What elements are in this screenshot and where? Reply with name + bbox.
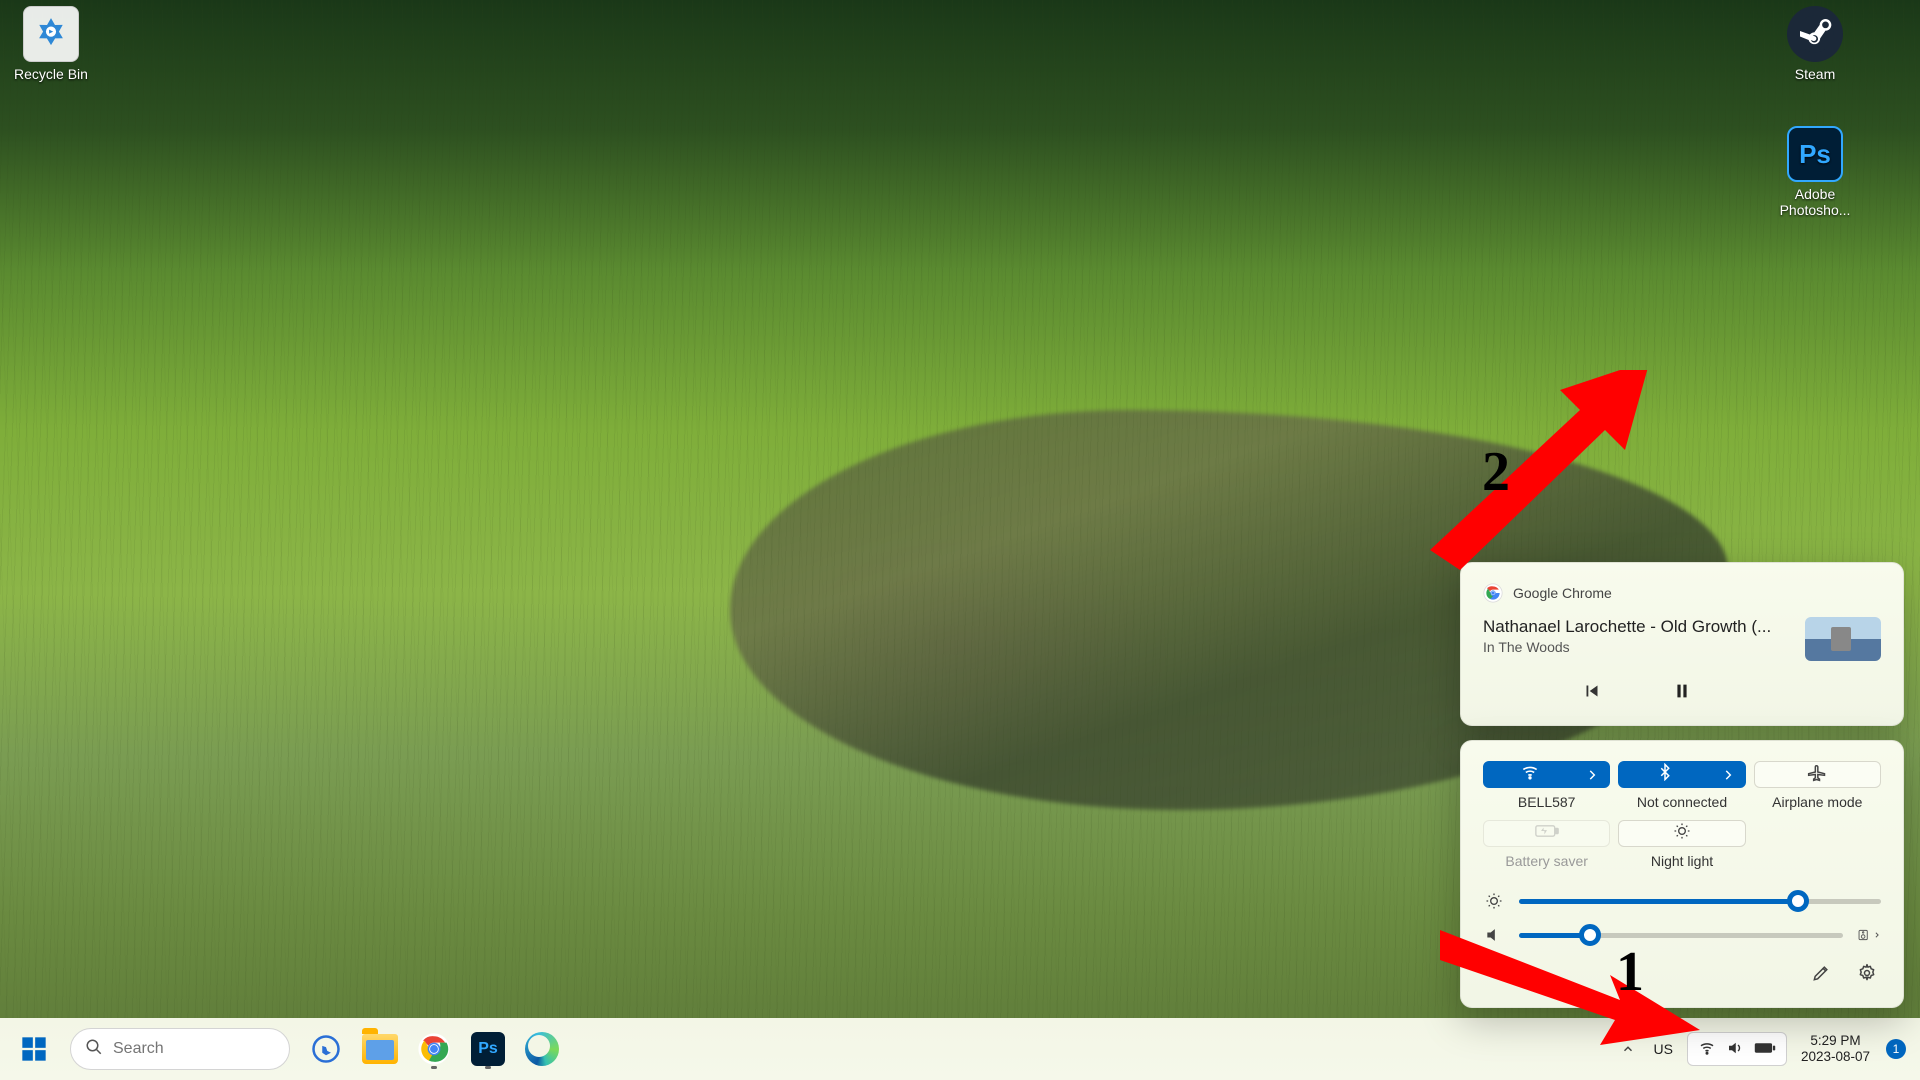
audio-output-button[interactable] <box>1857 927 1881 943</box>
bluetooth-label: Not connected <box>1618 794 1745 810</box>
chrome-icon <box>1483 583 1503 603</box>
recycle-bin-icon <box>23 6 79 62</box>
bluetooth-expand-button[interactable] <box>1711 768 1745 782</box>
taskbar-bing-chat[interactable] <box>302 1025 350 1073</box>
night-light-icon <box>1672 821 1692 846</box>
tray-clock[interactable]: 5:29 PM 2023-08-07 <box>1793 1025 1878 1073</box>
battery-saver-icon <box>1535 822 1559 845</box>
taskbar-photoshop[interactable]: Ps <box>464 1025 512 1073</box>
annotation-label: 2 <box>1482 440 1510 504</box>
media-track-title: Nathanael Larochette - Old Growth (... <box>1483 617 1793 637</box>
airplane-mode-tile[interactable] <box>1754 761 1881 788</box>
wifi-label: BELL587 <box>1483 794 1610 810</box>
start-button[interactable] <box>10 1025 58 1073</box>
battery-saver-tile <box>1483 820 1610 847</box>
chrome-icon <box>417 1032 451 1066</box>
photoshop-icon: Ps <box>471 1032 505 1066</box>
desktop-icon-label: Adobe Photosho... <box>1770 186 1860 218</box>
notification-count-badge: 1 <box>1886 1039 1906 1059</box>
media-previous-button[interactable] <box>1578 677 1606 705</box>
battery-saver-label: Battery saver <box>1483 853 1610 869</box>
edit-quick-settings-button[interactable] <box>1807 959 1835 987</box>
desktop-icon-label: Steam <box>1770 66 1860 82</box>
annotation-arrow-1: 1 <box>1440 920 1700 1050</box>
annotation-label: 1 <box>1616 940 1644 1004</box>
photoshop-icon: Ps <box>1787 126 1843 182</box>
search-input[interactable] <box>113 1040 275 1058</box>
media-thumbnail <box>1805 617 1881 661</box>
taskbar-edge[interactable] <box>518 1025 566 1073</box>
volume-tray-icon <box>1726 1039 1744 1060</box>
desktop-icon-recycle-bin[interactable]: Recycle Bin <box>6 6 96 82</box>
airplane-mode-label: Airplane mode <box>1754 794 1881 810</box>
file-explorer-icon <box>360 1029 400 1069</box>
taskbar-search[interactable] <box>70 1028 290 1070</box>
wifi-tray-icon <box>1698 1039 1716 1060</box>
media-source-app: Google Chrome <box>1513 585 1612 601</box>
media-pause-button[interactable] <box>1668 677 1696 705</box>
clock-time: 5:29 PM <box>1810 1033 1860 1049</box>
media-track-subtitle: In The Woods <box>1483 639 1793 655</box>
bluetooth-tile[interactable] <box>1618 761 1745 788</box>
desktop-icon-label: Recycle Bin <box>6 66 96 82</box>
steam-icon <box>1787 6 1843 62</box>
night-light-tile[interactable] <box>1618 820 1745 847</box>
battery-tray-icon <box>1754 1041 1776 1058</box>
annotation-arrow-2: 2 <box>1430 370 1650 570</box>
desktop-icon-steam[interactable]: Steam <box>1770 6 1860 82</box>
clock-date: 2023-08-07 <box>1801 1049 1870 1065</box>
media-control-panel: Google Chrome Nathanael Larochette - Old… <box>1460 562 1904 726</box>
desktop-icon-photoshop[interactable]: Ps Adobe Photosho... <box>1770 126 1860 218</box>
search-icon <box>85 1038 103 1061</box>
wifi-icon <box>1520 762 1540 787</box>
brightness-slider[interactable] <box>1519 899 1881 904</box>
wifi-tile[interactable] <box>1483 761 1610 788</box>
night-light-label: Night light <box>1618 853 1745 869</box>
brightness-icon <box>1483 891 1505 911</box>
tray-notifications[interactable]: 1 <box>1880 1025 1912 1073</box>
bluetooth-icon <box>1656 763 1674 786</box>
bing-icon <box>306 1029 346 1069</box>
edge-icon <box>522 1029 562 1069</box>
wifi-expand-button[interactable] <box>1575 768 1609 782</box>
settings-button[interactable] <box>1853 959 1881 987</box>
taskbar-chrome[interactable] <box>410 1025 458 1073</box>
taskbar-file-explorer[interactable] <box>356 1025 404 1073</box>
airplane-icon <box>1807 762 1827 787</box>
